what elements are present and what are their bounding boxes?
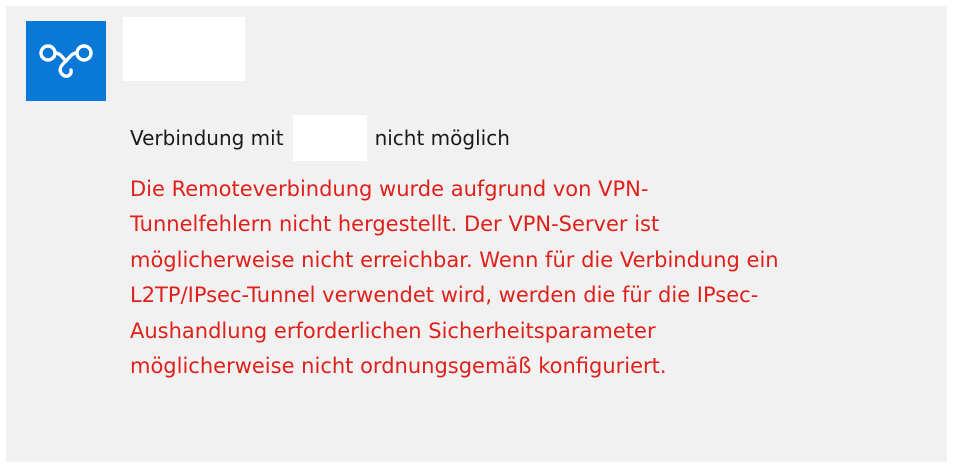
status-suffix: nicht möglich (374, 126, 510, 150)
connection-status: Verbindung mit nicht möglich (130, 115, 510, 161)
server-name-redacted (292, 115, 367, 161)
vpn-connection-item[interactable]: Verbindung mit nicht möglich Die Remotev… (6, 6, 947, 462)
status-prefix: Verbindung mit (130, 126, 284, 150)
error-message: Die Remoteverbindung wurde aufgrund von … (130, 177, 779, 379)
connection-name-redacted (123, 17, 245, 81)
vpn-icon (26, 21, 106, 101)
